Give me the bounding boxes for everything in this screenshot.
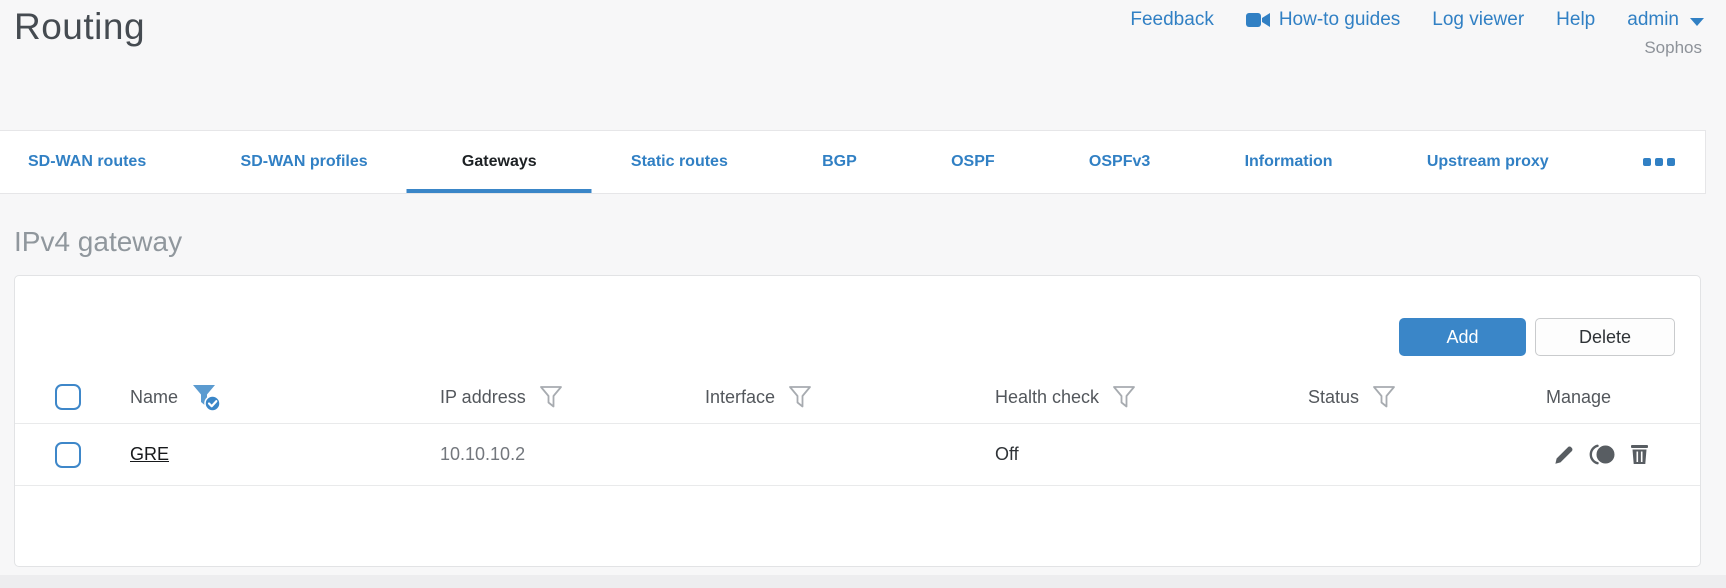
page-title: Routing: [14, 6, 146, 47]
delete-button[interactable]: Delete: [1535, 318, 1675, 356]
add-button[interactable]: Add: [1399, 318, 1526, 356]
log-viewer-link[interactable]: Log viewer: [1432, 9, 1524, 31]
column-header-ip-address: IP address: [440, 386, 526, 407]
table-row: GRE 10.10.10.2 Off: [15, 424, 1700, 486]
feedback-link[interactable]: Feedback: [1130, 9, 1213, 31]
select-all-checkbox[interactable]: [55, 384, 81, 410]
gateway-table: Name IP address Interface Health check S…: [15, 371, 1700, 486]
filter-icon[interactable]: [539, 385, 563, 409]
filter-icon[interactable]: [1112, 385, 1136, 409]
how-to-guides-link[interactable]: How-to guides: [1245, 9, 1400, 31]
filter-active-icon[interactable]: [191, 382, 221, 412]
health-check-cell: Off: [995, 444, 1019, 464]
tab-sdwan-routes[interactable]: SD-WAN routes: [28, 131, 146, 193]
filter-icon[interactable]: [1372, 385, 1396, 409]
column-header-health-check: Health check: [995, 386, 1100, 407]
tab-ospfv3[interactable]: OSPFv3: [1089, 131, 1150, 193]
gateway-name-link[interactable]: GRE: [130, 444, 169, 464]
more-tabs-button[interactable]: [1642, 131, 1675, 193]
column-header-interface: Interface: [705, 386, 776, 407]
tab-upstream-proxy[interactable]: Upstream proxy: [1427, 131, 1549, 193]
delete-icon[interactable]: [1627, 442, 1652, 467]
org-label: Sophos: [1644, 38, 1702, 57]
tab-ospf[interactable]: OSPF: [951, 131, 995, 193]
tab-bar: SD-WAN routes SD-WAN profiles Gateways S…: [0, 130, 1706, 194]
ipv4-gateway-panel: Add Delete Name IP address Interface Hea…: [14, 275, 1701, 567]
user-menu[interactable]: admin: [1627, 9, 1704, 31]
tab-sdwan-profiles[interactable]: SD-WAN profiles: [241, 131, 368, 193]
tab-bgp[interactable]: BGP: [822, 131, 857, 193]
chevron-down-icon: [1690, 17, 1704, 26]
column-header-status: Status: [1308, 386, 1360, 407]
tab-gateways[interactable]: Gateways: [462, 131, 537, 193]
column-header-name: Name: [130, 386, 179, 407]
app-header: Routing Feedback How-to guides Log viewe…: [0, 0, 1726, 130]
help-link[interactable]: Help: [1556, 9, 1595, 31]
column-header-manage: Manage: [1546, 386, 1612, 407]
filter-icon[interactable]: [788, 385, 812, 409]
manage-cell: [1546, 442, 1700, 467]
table-header-row: Name IP address Interface Health check S…: [15, 371, 1700, 424]
video-camera-icon: [1245, 12, 1270, 28]
table-toolbar: Add Delete: [1399, 318, 1675, 356]
footer-strip: [0, 575, 1726, 588]
clone-icon[interactable]: [1587, 442, 1617, 467]
row-checkbox[interactable]: [55, 441, 81, 468]
top-nav: Feedback How-to guides Log viewer Help a…: [1130, 9, 1704, 31]
ip-address-cell: 10.10.10.2: [440, 444, 526, 464]
tab-information[interactable]: Information: [1245, 131, 1333, 193]
section-heading: IPv4 gateway: [14, 226, 183, 257]
tab-static-routes[interactable]: Static routes: [631, 131, 728, 193]
edit-icon[interactable]: [1552, 442, 1577, 467]
